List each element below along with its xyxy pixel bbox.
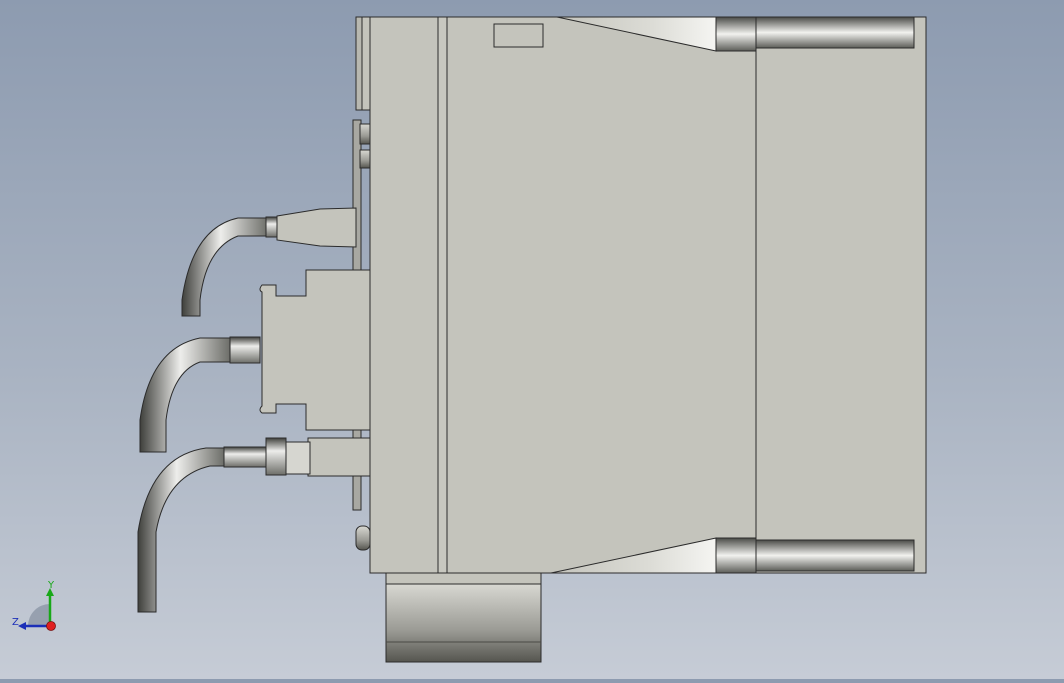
port-3-gland[interactable]	[307, 437, 371, 477]
cable-3[interactable]	[137, 447, 225, 613]
port-2-connector[interactable]	[259, 269, 371, 431]
cable-2-ferrule	[229, 336, 261, 364]
port-3-nut	[285, 441, 311, 475]
triad-x-axis-dot	[46, 621, 56, 631]
bracket-upper	[385, 572, 542, 585]
cable-2[interactable]	[139, 337, 231, 453]
housing-frame-left	[369, 16, 439, 574]
fin-bottom-band	[755, 539, 915, 572]
cable-1[interactable]	[181, 217, 269, 317]
fin-top-ring	[715, 16, 757, 52]
triad-z-label: Z	[12, 617, 19, 628]
side-screw-bottom	[355, 525, 371, 551]
cable-3-ferrule	[223, 446, 267, 468]
orientation-triad: Y Z	[8, 578, 64, 634]
cad-viewport[interactable]	[0, 0, 1064, 679]
nameplate-slot	[493, 23, 544, 48]
front-notch	[355, 16, 363, 111]
side-screw-top	[359, 123, 371, 145]
bottom-bracket[interactable]	[385, 572, 542, 663]
cable-1-ferrule	[265, 216, 278, 238]
cable-ports[interactable]	[137, 207, 371, 613]
port-3-collar	[265, 437, 287, 476]
side-screw-mid	[359, 149, 371, 169]
housing-body	[446, 16, 757, 574]
housing-rear	[755, 16, 927, 574]
fin-bottom-ring	[715, 537, 757, 574]
housing-divider	[437, 16, 448, 574]
triad-z-arrow	[18, 622, 26, 630]
triad-y-label: Y	[48, 580, 55, 591]
model-view[interactable]	[0, 0, 1064, 679]
fin-top-band	[755, 16, 915, 49]
triad-quarter-disc	[28, 604, 50, 626]
main-housing[interactable]	[355, 16, 927, 574]
port-1-gland[interactable]	[276, 207, 357, 248]
bracket-foot	[385, 583, 542, 663]
